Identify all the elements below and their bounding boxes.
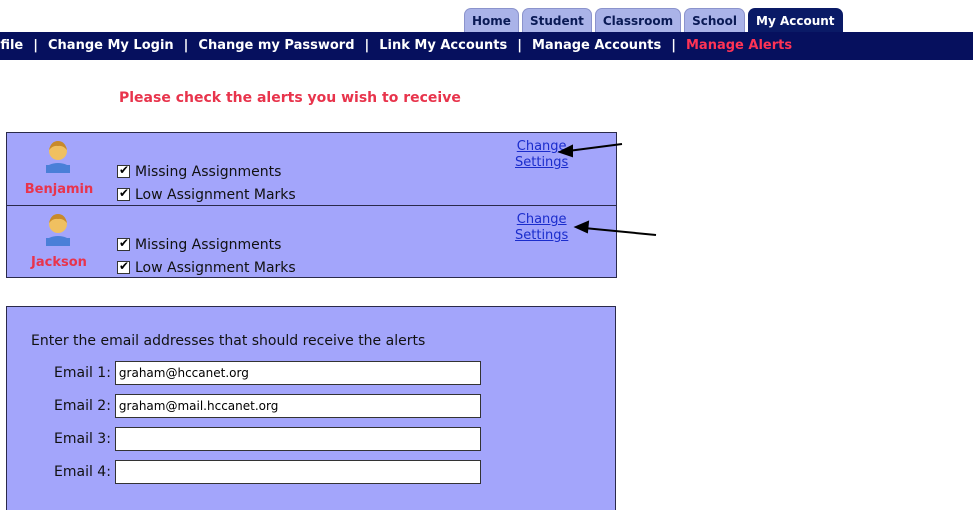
- alert-option: Low Assignment Marks: [117, 183, 296, 206]
- subnav-change-password-link[interactable]: Change my Password: [198, 38, 354, 53]
- change-settings-link[interactable]: Change Settings: [515, 212, 568, 244]
- subnav-profile-link[interactable]: rofile: [0, 38, 23, 53]
- alert-option: Missing Assignments: [117, 233, 296, 256]
- change-settings-line2[interactable]: Settings: [515, 228, 568, 244]
- page-heading: Please check the alerts you wish to rece…: [119, 90, 461, 106]
- change-settings-line2[interactable]: Settings: [515, 155, 568, 171]
- change-settings-line1[interactable]: Change: [515, 212, 568, 228]
- change-settings-line1[interactable]: Change: [515, 139, 568, 155]
- email-row: Email 1:: [54, 361, 481, 385]
- email-settings-panel: Enter the email addresses that should re…: [6, 306, 616, 510]
- user-avatar-icon: [46, 214, 70, 246]
- email-1-input[interactable]: [114, 361, 481, 385]
- subnav-separator: |: [671, 38, 676, 53]
- subnav-separator: |: [364, 38, 370, 53]
- tab-classroom[interactable]: Classroom: [594, 8, 682, 32]
- subnav-separator: |: [33, 38, 39, 53]
- tab-school[interactable]: School: [684, 8, 745, 32]
- tab-student[interactable]: Student: [521, 8, 592, 32]
- alert-label: Low Assignment Marks: [135, 259, 296, 276]
- email-instructions: Enter the email addresses that should re…: [31, 333, 426, 349]
- email-row: Email 4:: [54, 460, 481, 484]
- email-2-input[interactable]: [114, 394, 481, 418]
- email-label: Email 3:: [54, 431, 111, 447]
- email-row: Email 2:: [54, 394, 481, 418]
- change-settings-link[interactable]: Change Settings: [515, 139, 568, 171]
- alert-option: Low Assignment Marks: [117, 256, 296, 279]
- subnav-manage-alerts-link[interactable]: Manage Alerts: [686, 38, 792, 53]
- main-tabs: Home Student Classroom School My Account: [464, 8, 843, 32]
- student-name: Benjamin: [24, 182, 94, 197]
- subnav-separator: |: [517, 38, 522, 53]
- student-row: Jackson Missing Assignments Low Assignme…: [7, 205, 616, 276]
- student-row: Benjamin Missing Assignments Low Assignm…: [7, 133, 616, 204]
- tab-my-account[interactable]: My Account: [748, 8, 843, 32]
- student-name: Jackson: [31, 255, 87, 270]
- low-marks-checkbox[interactable]: [117, 186, 130, 201]
- account-subnav: rofile | Change My Login | Change my Passwor…: [0, 32, 973, 60]
- email-3-input[interactable]: [114, 427, 481, 451]
- student-alerts-panel: Benjamin Missing Assignments Low Assignm…: [6, 132, 617, 278]
- alert-options: Missing Assignments Low Assignment Marks: [117, 233, 296, 279]
- alert-options: Missing Assignments Low Assignment Marks: [117, 160, 296, 206]
- missing-assignments-checkbox[interactable]: [117, 236, 130, 251]
- email-4-input[interactable]: [114, 460, 481, 484]
- low-marks-checkbox[interactable]: [117, 259, 130, 274]
- subnav-separator: |: [183, 38, 189, 53]
- alert-label: Missing Assignments: [135, 236, 282, 253]
- subnav-link-accounts-link[interactable]: Link My Accounts: [379, 38, 507, 53]
- email-label: Email 1:: [54, 365, 111, 381]
- alert-option: Missing Assignments: [117, 160, 296, 183]
- subnav-change-login-link[interactable]: Change My Login: [48, 38, 174, 53]
- tab-home[interactable]: Home: [464, 8, 519, 32]
- missing-assignments-checkbox[interactable]: [117, 163, 130, 178]
- email-label: Email 4:: [54, 464, 111, 480]
- alert-label: Low Assignment Marks: [135, 186, 296, 203]
- email-label: Email 2:: [54, 398, 111, 414]
- alert-label: Missing Assignments: [135, 163, 282, 180]
- user-avatar-icon: [46, 141, 70, 173]
- subnav-manage-accounts-link[interactable]: Manage Accounts: [532, 38, 661, 53]
- email-row: Email 3:: [54, 427, 481, 451]
